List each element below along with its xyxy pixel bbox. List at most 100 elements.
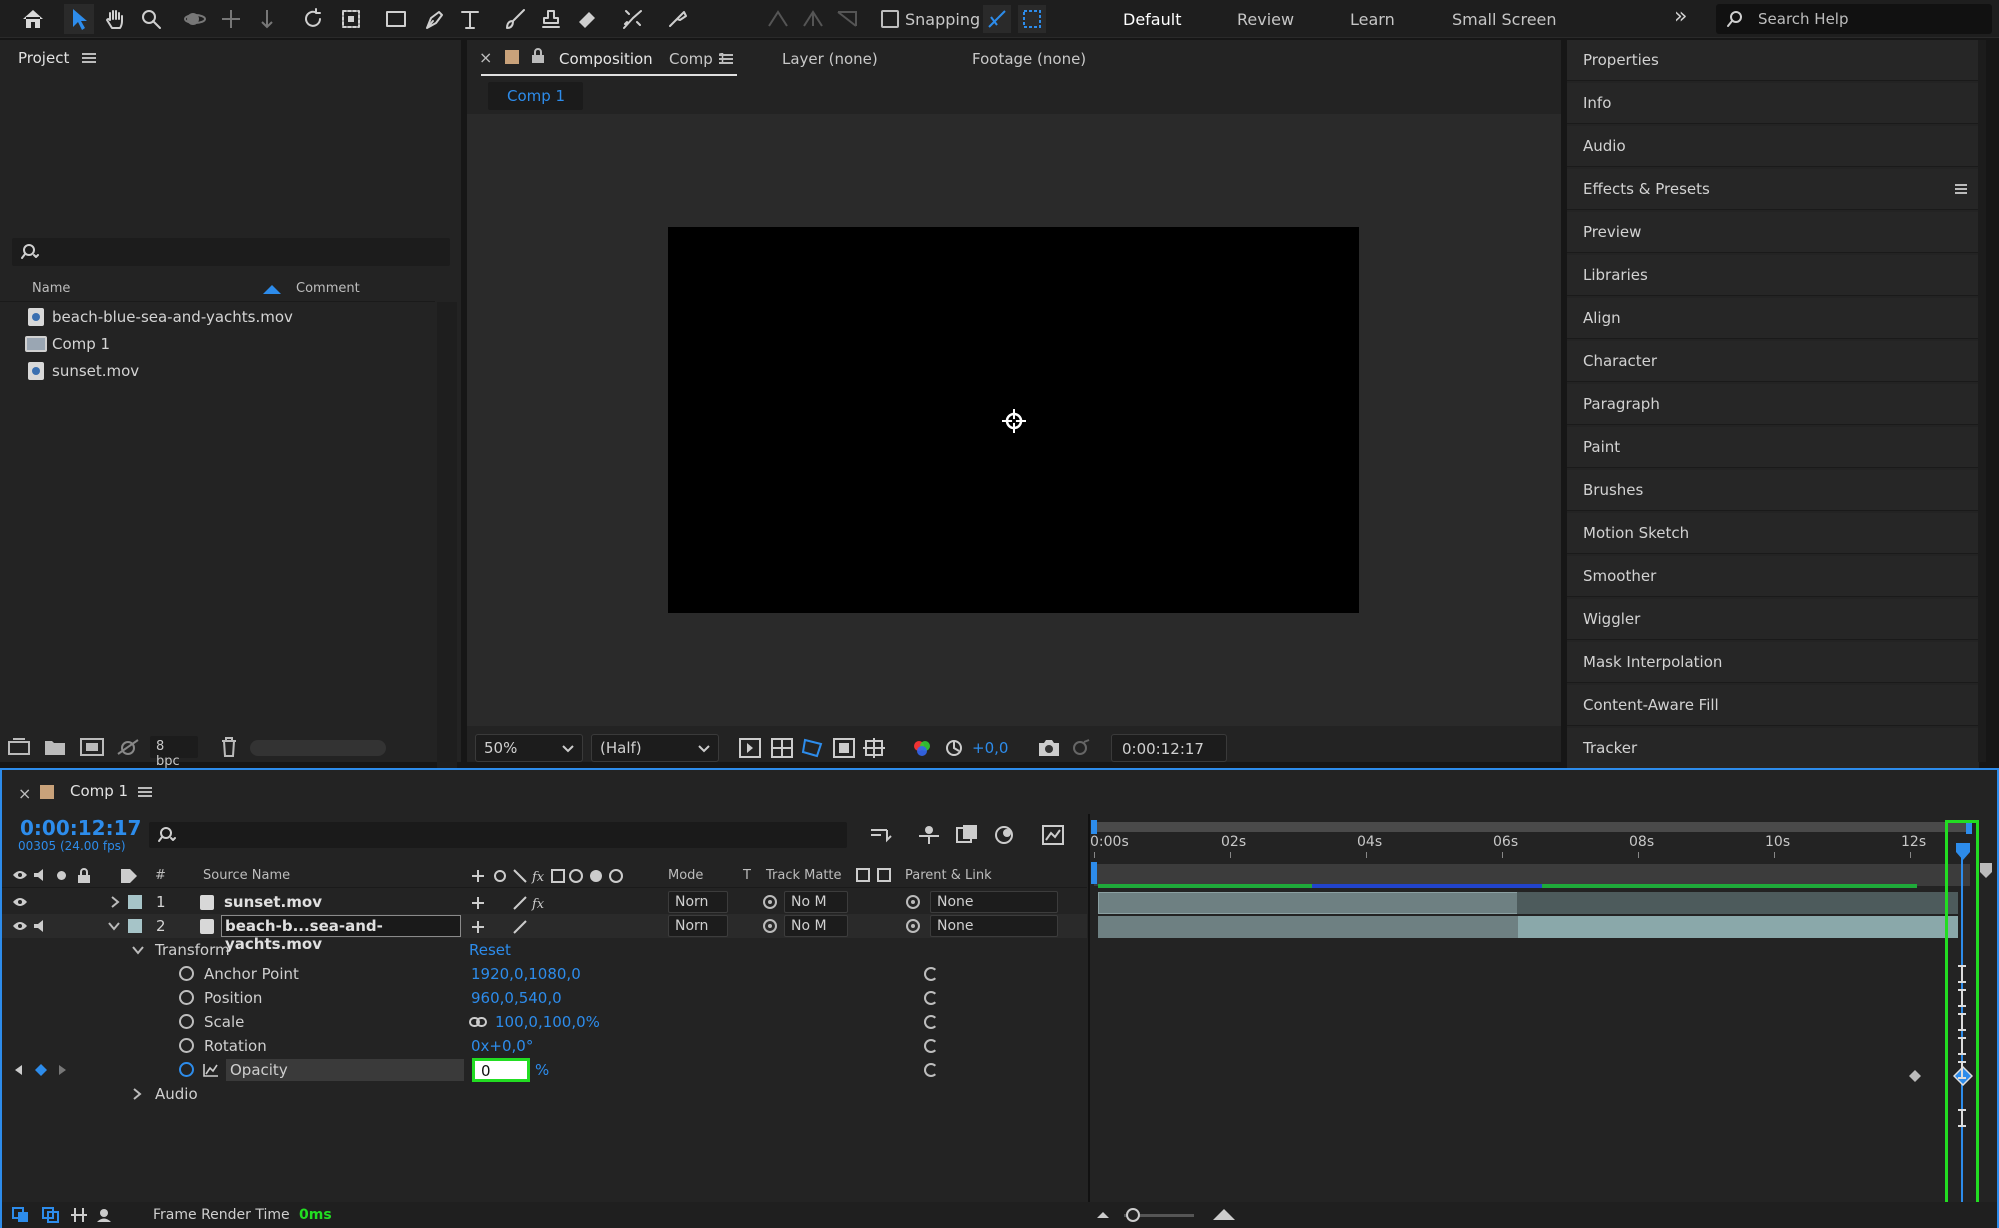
audio-icon[interactable]	[33, 919, 49, 933]
panel-item-effects-presets[interactable]: Effects & Presets	[1567, 169, 1979, 210]
exposure-value[interactable]: +0,0	[972, 739, 1008, 757]
keyframe-hold-icon[interactable]	[1957, 989, 1967, 1007]
project-settings-icon[interactable]	[116, 738, 140, 756]
panel-item-libraries[interactable]: Libraries	[1567, 255, 1979, 296]
zoom-in-icon[interactable]	[1212, 1207, 1236, 1221]
panel-item-align[interactable]: Align	[1567, 298, 1979, 339]
layer-switches-icons[interactable]: fx	[470, 868, 630, 884]
constrain-proportions-icon[interactable]	[469, 1016, 487, 1028]
anchor-point-icon[interactable]	[1000, 407, 1028, 435]
graph-editor-icon[interactable]	[1041, 824, 1065, 846]
layer-2-bar-active[interactable]	[1518, 916, 1958, 938]
stopwatch-icon[interactable]	[179, 1014, 194, 1029]
frame-blending-icon[interactable]	[955, 824, 979, 846]
axis-mode-icon[interactable]	[800, 6, 826, 32]
right-panel-scrollbar[interactable]	[1978, 40, 1986, 762]
keyframe-hold-icon[interactable]	[1957, 1061, 1967, 1079]
pick-whip-icon[interactable]	[924, 991, 938, 1005]
pick-whip-icon[interactable]	[905, 894, 921, 910]
column-number[interactable]: #	[155, 868, 166, 883]
workspace-default[interactable]: Default	[1123, 10, 1181, 29]
render-time-icon[interactable]	[96, 1207, 116, 1223]
layer-mode-dropdown[interactable]: Norn	[668, 891, 728, 913]
layer-switches-toggle-icon[interactable]	[12, 1207, 30, 1223]
property-opacity[interactable]: Opacity 0 %	[2, 1058, 1087, 1082]
layer-switches[interactable]: fx	[470, 895, 580, 911]
project-search-input[interactable]	[12, 238, 450, 266]
transfer-controls-icon[interactable]	[42, 1207, 60, 1223]
layer-parent-dropdown[interactable]: None	[930, 915, 1058, 937]
shy-layers-icon[interactable]	[917, 824, 941, 846]
rectangle-icon[interactable]	[381, 4, 411, 34]
chevron-right-icon[interactable]	[110, 896, 120, 908]
previous-keyframe-icon[interactable]	[13, 1064, 23, 1076]
project-item-beach[interactable]: beach-blue-sea-and-yachts.mov	[0, 304, 435, 330]
grid-guides-icon[interactable]	[863, 738, 885, 758]
property-position[interactable]: Position 960,0,540,0	[2, 986, 1087, 1010]
panel-item-paint[interactable]: Paint	[1567, 427, 1979, 468]
tab-composition-label[interactable]: Composition	[559, 50, 653, 68]
workspace-small-screen[interactable]: Small Screen	[1452, 10, 1557, 29]
tab-layer[interactable]: Layer (none)	[782, 50, 878, 68]
panel-item-audio[interactable]: Audio	[1567, 126, 1979, 167]
workspace-overflow-icon[interactable]: »	[1674, 4, 1687, 29]
panel-item-smoother[interactable]: Smoother	[1567, 556, 1979, 597]
invert-matte-icon[interactable]	[877, 868, 891, 882]
timeline-search-input[interactable]	[149, 822, 847, 848]
eraser-icon[interactable]	[572, 4, 602, 34]
tab-footage[interactable]: Footage (none)	[972, 50, 1086, 68]
stopwatch-icon[interactable]	[179, 966, 194, 981]
dolly-icon[interactable]	[252, 4, 282, 34]
zoom-slider-thumb[interactable]	[1126, 1208, 1140, 1222]
layer-matte-dropdown[interactable]: No M	[784, 915, 848, 937]
label-icon[interactable]	[120, 868, 138, 884]
close-tab-icon[interactable]: ×	[479, 48, 492, 67]
visibility-eye-icon[interactable]	[12, 896, 28, 908]
resolution-dropdown[interactable]: (Half)	[591, 734, 719, 762]
column-track-matte[interactable]: Track Matte	[766, 868, 842, 883]
panel-item-properties[interactable]: Properties	[1567, 40, 1979, 81]
sort-ascending-icon[interactable]	[263, 285, 281, 294]
workspace-learn[interactable]: Learn	[1350, 10, 1395, 29]
panel-item-motion-sketch[interactable]: Motion Sketch	[1567, 513, 1979, 554]
keyframe-hold-icon[interactable]	[1957, 1013, 1967, 1031]
layer-2-bar[interactable]	[1098, 916, 1518, 938]
snapping-checkbox[interactable]	[881, 10, 899, 28]
column-name[interactable]: Name	[32, 281, 70, 296]
new-folder-icon[interactable]	[44, 738, 66, 756]
region-icon[interactable]	[336, 4, 366, 34]
type-icon[interactable]	[455, 4, 485, 34]
keyframe-hold-icon[interactable]	[1957, 1037, 1967, 1055]
layer-name-field[interactable]: beach-b...sea-and-yachts.mov	[221, 915, 461, 953]
audio-icon[interactable]	[33, 868, 49, 882]
snapshot-icon[interactable]	[1038, 738, 1060, 758]
property-scale[interactable]: Scale 100,0,100,0%	[2, 1010, 1087, 1034]
layer-name[interactable]: sunset.mov	[224, 893, 322, 911]
pick-whip-icon[interactable]	[924, 1063, 938, 1077]
layer-label-color[interactable]	[128, 919, 142, 933]
comp-marker-well-icon[interactable]	[1979, 862, 1993, 880]
graph-icon[interactable]	[203, 1063, 219, 1077]
time-ruler[interactable]: 0:00s 02s 04s 06s 08s 10s 12s	[1090, 832, 1974, 858]
opacity-value-input[interactable]: 0	[472, 1058, 530, 1082]
clone-stamp-icon[interactable]	[536, 4, 566, 34]
audio-group[interactable]: Audio	[2, 1082, 1087, 1106]
solo-icon[interactable]	[57, 871, 66, 880]
view-axis-icon[interactable]	[834, 6, 860, 32]
timeline-current-time[interactable]: 0:00:12:17	[20, 816, 141, 840]
thumbnail-size-slider[interactable]	[250, 740, 386, 756]
workspace-review[interactable]: Review	[1237, 10, 1294, 29]
column-source-name[interactable]: Source Name	[203, 868, 290, 883]
stopwatch-icon[interactable]	[179, 990, 194, 1005]
panel-item-tracker[interactable]: Tracker	[1567, 728, 1979, 769]
property-value[interactable]: 100,0,100,0%	[495, 1013, 600, 1031]
zoom-icon[interactable]	[136, 4, 166, 34]
keyframe-icon[interactable]	[1908, 1069, 1922, 1083]
chevron-right-icon[interactable]	[132, 1088, 142, 1100]
property-anchor-point[interactable]: Anchor Point 1920,0,1080,0	[2, 962, 1087, 986]
project-item-sunset[interactable]: sunset.mov	[0, 358, 435, 384]
composition-menu-icon[interactable]	[719, 54, 733, 64]
snap-features-icon[interactable]	[1018, 5, 1046, 33]
column-parent-link[interactable]: Parent & Link	[905, 868, 992, 883]
zoom-out-icon[interactable]	[1096, 1209, 1110, 1219]
